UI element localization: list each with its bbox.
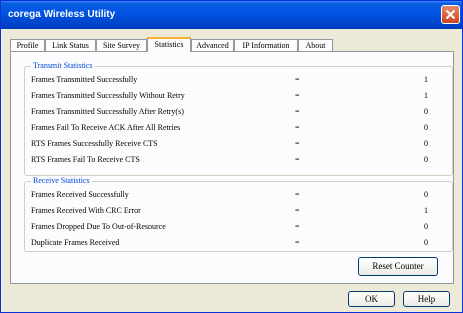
stat-label: Frames Transmitted Successfully — [31, 75, 138, 84]
stat-label: Frames Transmitted Successfully After Re… — [31, 107, 184, 116]
stat-row: Duplicate Frames Received = 0 — [25, 237, 452, 249]
transmit-statistics-group: Transmit Statistics Frames Transmitted S… — [24, 61, 453, 176]
stat-value: 0 — [424, 155, 428, 164]
utility-window: corega Wireless Utility Profile Link Sta… — [0, 0, 463, 313]
stat-equals: = — [295, 190, 300, 199]
tab-link-status[interactable]: Link Status — [45, 39, 96, 51]
stat-row: Frames Received With CRC Error = 1 — [25, 205, 452, 217]
tab-profile[interactable]: Profile — [10, 39, 45, 51]
stat-row: Frames Fail To Receive ACK After All Ret… — [25, 122, 452, 134]
title-bar[interactable]: corega Wireless Utility — [1, 1, 462, 29]
tab-advanced[interactable]: Advanced — [191, 39, 234, 51]
stat-equals: = — [295, 155, 300, 164]
tab-statistics[interactable]: Statistics — [147, 37, 191, 52]
stat-label: Duplicate Frames Received — [31, 238, 120, 247]
stat-value: 0 — [424, 238, 428, 247]
window-title: corega Wireless Utility — [8, 9, 116, 20]
stat-value: 1 — [424, 91, 428, 100]
help-button[interactable]: Help — [403, 291, 450, 307]
stat-label: Frames Transmitted Successfully Without … — [31, 91, 185, 100]
tab-ip-information[interactable]: IP Information — [234, 39, 298, 51]
stat-equals: = — [295, 123, 300, 132]
close-button[interactable] — [441, 5, 460, 24]
stat-equals: = — [295, 107, 300, 116]
close-icon — [445, 9, 456, 20]
stat-value: 1 — [424, 206, 428, 215]
stat-row: Frames Received Successfully = 0 — [25, 189, 452, 201]
stat-equals: = — [295, 206, 300, 215]
stat-value: 0 — [424, 107, 428, 116]
receive-statistics-group: Receive Statistics Frames Received Succe… — [24, 176, 453, 252]
stat-equals: = — [295, 222, 300, 231]
tab-site-survey[interactable]: Site Survey — [96, 39, 147, 51]
stat-row: Frames Transmitted Successfully After Re… — [25, 106, 452, 118]
stat-row: Frames Transmitted Successfully = 1 — [25, 74, 452, 86]
stat-label: Frames Received With CRC Error — [31, 206, 141, 215]
statistics-panel: Transmit Statistics Frames Transmitted S… — [10, 51, 454, 284]
stat-value: 0 — [424, 123, 428, 132]
stat-label: Frames Dropped Due To Out-of-Resource — [31, 222, 166, 231]
stat-value: 0 — [424, 139, 428, 148]
stat-label: Frames Received Successfully — [31, 190, 129, 199]
receive-statistics-title: Receive Statistics — [31, 176, 92, 186]
stat-row: RTS Frames Successfully Receive CTS = 0 — [25, 138, 452, 150]
stat-value: 1 — [424, 75, 428, 84]
transmit-statistics-title: Transmit Statistics — [31, 61, 95, 71]
reset-counter-button[interactable]: Reset Counter — [358, 257, 438, 276]
stat-label: Frames Fail To Receive ACK After All Ret… — [31, 123, 181, 132]
tab-about[interactable]: About — [298, 39, 333, 51]
stat-equals: = — [295, 75, 300, 84]
stat-value: 0 — [424, 222, 428, 231]
stat-row: Frames Transmitted Successfully Without … — [25, 90, 452, 102]
stat-equals: = — [295, 91, 300, 100]
ok-button[interactable]: OK — [348, 291, 395, 307]
stat-label: RTS Frames Fail To Receive CTS — [31, 155, 140, 164]
stat-row: RTS Frames Fail To Receive CTS = 0 — [25, 154, 452, 166]
stat-row: Frames Dropped Due To Out-of-Resource = … — [25, 221, 452, 233]
stat-value: 0 — [424, 190, 428, 199]
stat-equals: = — [295, 139, 300, 148]
stat-equals: = — [295, 238, 300, 247]
stat-label: RTS Frames Successfully Receive CTS — [31, 139, 158, 148]
